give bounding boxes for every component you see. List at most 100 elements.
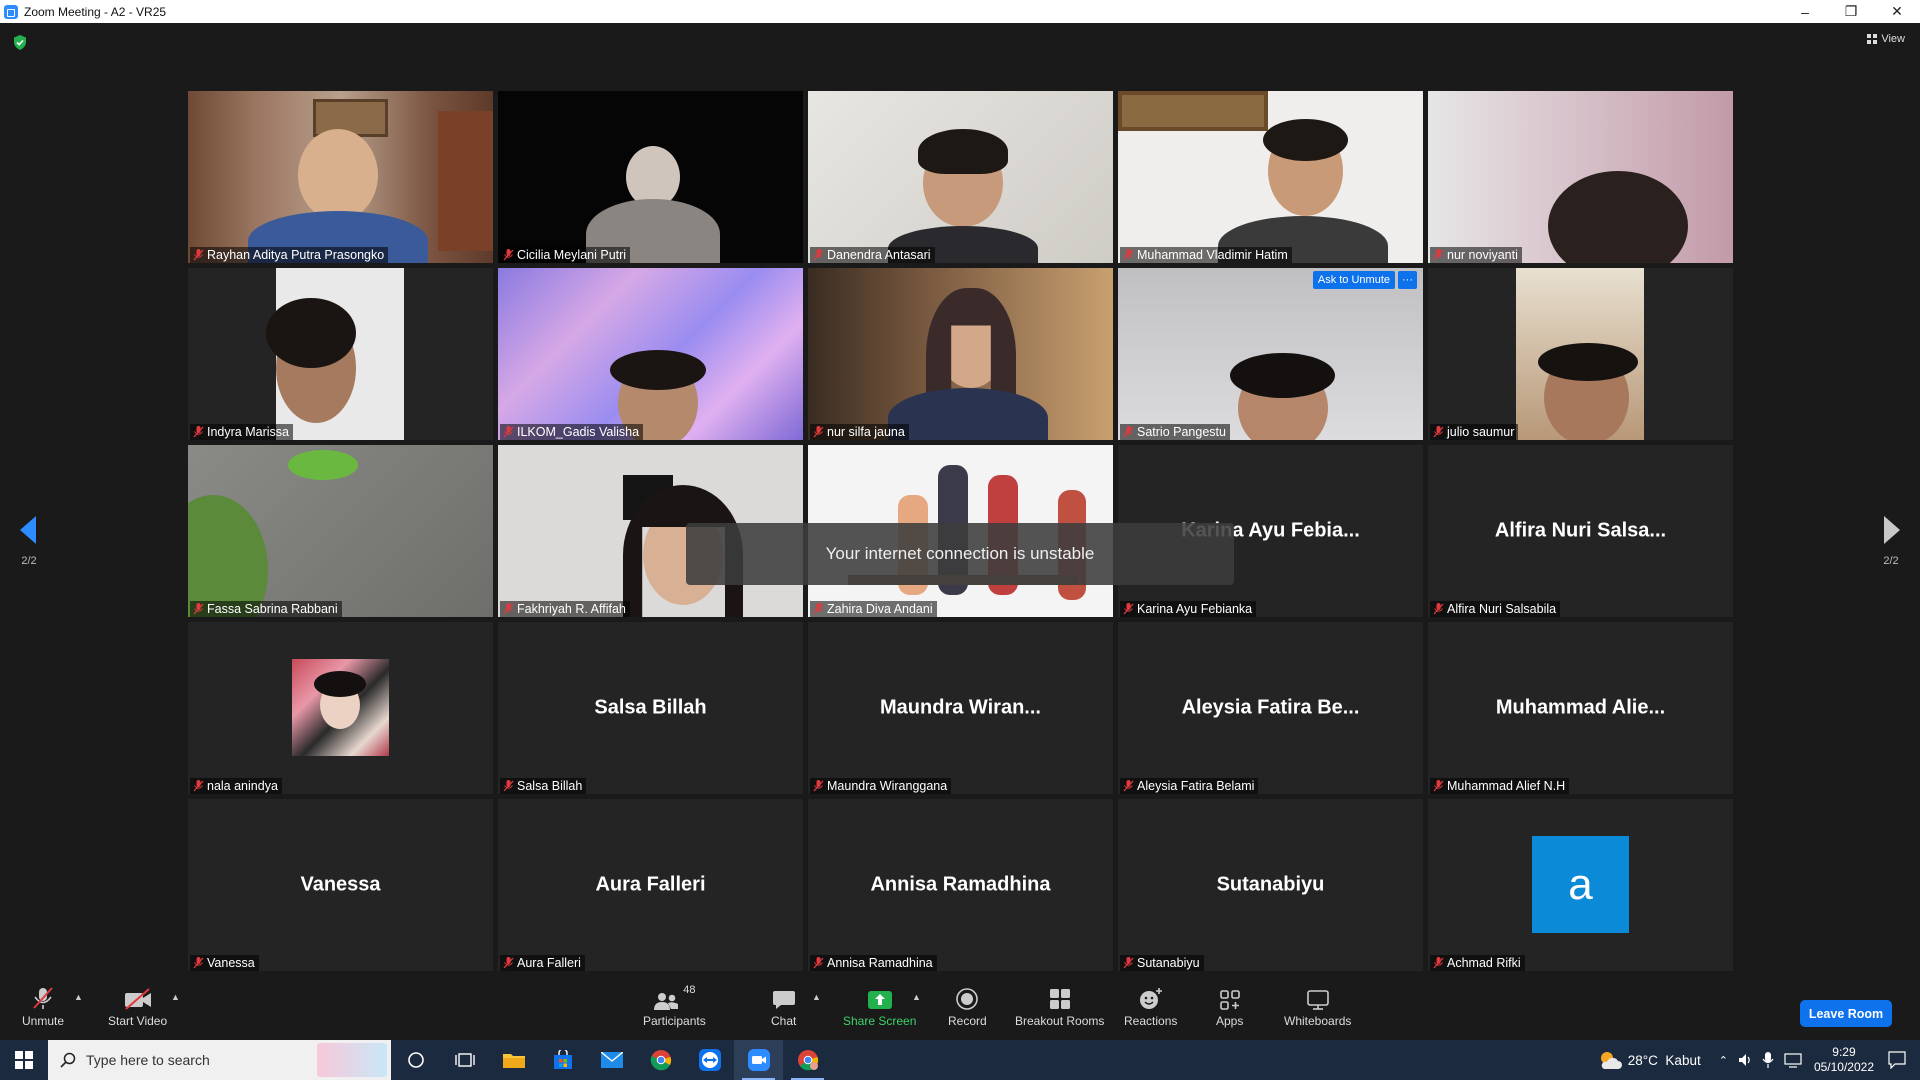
participant-tile[interactable]: Rayhan Aditya Putra Prasongko — [188, 91, 493, 263]
unmute-button[interactable]: Unmute — [22, 984, 64, 1028]
weather-text[interactable]: 28°C Kabut — [1628, 1053, 1701, 1068]
microsoft-store-button[interactable] — [538, 1040, 587, 1080]
participant-name-bar: ILKOM_Gadis Valisha — [500, 424, 644, 440]
participant-tile[interactable]: Cicilia Meylani Putri — [498, 91, 803, 263]
mail-envelope-icon — [600, 1052, 623, 1068]
participant-tile[interactable]: Maundra Wiran... Maundra Wiranggana — [808, 622, 1113, 794]
start-button[interactable] — [0, 1040, 48, 1080]
participant-tile[interactable]: julio saumur — [1428, 268, 1733, 440]
participant-name: Cicilia Meylani Putri — [517, 248, 627, 262]
store-bag-icon — [553, 1050, 572, 1069]
close-button[interactable]: ✕ — [1874, 0, 1920, 23]
participants-button[interactable]: 48 Participants — [643, 984, 706, 1028]
participant-video — [1428, 91, 1733, 263]
share-screen-button[interactable]: Share Screen — [843, 984, 916, 1028]
participant-display-name: Maundra Wiran... — [880, 696, 1041, 719]
participant-tile[interactable]: Muhammad Alie... Muhammad Alief N.H — [1428, 622, 1733, 794]
participants-label: Participants — [643, 1014, 706, 1028]
participant-tile[interactable]: Salsa Billah Salsa Billah — [498, 622, 803, 794]
muted-mic-icon — [1123, 249, 1134, 261]
participant-tile[interactable]: Fassa Sabrina Rabbani — [188, 445, 493, 617]
participant-name-bar: Aleysia Fatira Belami — [1120, 778, 1259, 794]
participant-tile[interactable]: Annisa Ramadhina Annisa Ramadhina — [808, 799, 1113, 971]
tray-overflow-chevron-icon[interactable]: ⌃ — [1719, 1054, 1728, 1067]
connection-warning-toast: Your internet connection is unstable — [686, 523, 1234, 585]
share-options-chevron-icon[interactable]: ▲ — [912, 992, 921, 1002]
zoom-taskbar-button[interactable] — [734, 1040, 783, 1080]
participant-name: ILKOM_Gadis Valisha — [517, 425, 640, 439]
chrome-button[interactable] — [636, 1040, 685, 1080]
previous-page-arrow-icon[interactable] — [20, 516, 36, 544]
mail-button[interactable] — [587, 1040, 636, 1080]
teamviewer-button[interactable] — [685, 1040, 734, 1080]
more-options-button[interactable]: ··· — [1398, 271, 1417, 289]
whiteboards-button[interactable]: Whiteboards — [1284, 984, 1351, 1028]
audio-options-chevron-icon[interactable]: ▲ — [74, 992, 83, 1002]
chat-button[interactable]: Chat — [771, 984, 796, 1028]
participant-tile[interactable]: Aura Falleri Aura Falleri — [498, 799, 803, 971]
task-view-button[interactable] — [440, 1040, 489, 1080]
clock[interactable]: 9:29 05/10/2022 — [1814, 1045, 1874, 1075]
whiteboard-icon — [1306, 990, 1329, 1010]
participant-tile[interactable]: Indyra Marissa — [188, 268, 493, 440]
record-button[interactable]: Record — [948, 984, 987, 1028]
participant-name-bar: Maundra Wiranggana — [810, 778, 952, 794]
speaker-icon[interactable] — [1738, 1052, 1754, 1068]
chat-options-chevron-icon[interactable]: ▲ — [812, 992, 821, 1002]
network-icon[interactable] — [1784, 1052, 1802, 1068]
participant-name: Muhammad Alief N.H — [1447, 779, 1566, 793]
file-explorer-button[interactable] — [489, 1040, 538, 1080]
cortana-button[interactable] — [391, 1040, 440, 1080]
muted-mic-icon — [1123, 957, 1134, 969]
participant-tile[interactable]: Vanessa Vanessa — [188, 799, 493, 971]
chrome-profile-button[interactable] — [783, 1040, 832, 1080]
share-screen-label: Share Screen — [843, 1014, 917, 1028]
next-page-arrow-icon[interactable] — [1884, 516, 1900, 544]
participant-tile[interactable]: Alfira Nuri Salsa... Alfira Nuri Salsabi… — [1428, 445, 1733, 617]
participant-tile[interactable]: Sutanabiyu Sutanabiyu — [1118, 799, 1423, 971]
page-indicator-left: 2/2 — [21, 555, 37, 567]
microphone-tray-icon[interactable] — [1762, 1052, 1774, 1068]
search-icon — [60, 1052, 76, 1068]
breakout-rooms-button[interactable]: Breakout Rooms — [1015, 984, 1104, 1028]
restore-button[interactable]: ❐ — [1828, 0, 1874, 23]
participant-tile[interactable]: nala anindya — [188, 622, 493, 794]
participant-name-bar: Cicilia Meylani Putri — [500, 247, 631, 263]
view-button[interactable]: View — [1867, 33, 1905, 45]
participant-name: julio saumur — [1447, 425, 1515, 439]
muted-mic-icon — [503, 603, 514, 615]
participant-tile[interactable]: a Achmad Rifki — [1428, 799, 1733, 971]
ask-to-unmute-button[interactable]: Ask to Unmute — [1312, 271, 1395, 289]
muted-mic-icon — [193, 249, 204, 261]
participant-video — [808, 268, 1113, 440]
security-shield-icon[interactable] — [13, 35, 27, 50]
leave-room-button[interactable]: Leave Room — [1800, 1000, 1892, 1027]
participant-name-bar: julio saumur — [1430, 424, 1519, 440]
participant-tile[interactable]: nur noviyanti — [1428, 91, 1733, 263]
windows-taskbar: Type here to search 28°C Kabut ⌃ 9:29 05… — [0, 1040, 1920, 1080]
minimize-button[interactable]: – — [1782, 0, 1828, 23]
start-video-button[interactable]: Start Video — [108, 984, 167, 1028]
notification-center-icon[interactable] — [1888, 1051, 1906, 1069]
participant-tile[interactable]: Muhammad Vladimir Hatim — [1118, 91, 1423, 263]
reactions-button[interactable]: Reactions — [1124, 984, 1177, 1028]
participant-tile[interactable]: ILKOM_Gadis Valisha — [498, 268, 803, 440]
participant-name-bar: Fakhriyah R. Affifah — [500, 601, 630, 617]
taskbar-search-box[interactable]: Type here to search — [48, 1040, 391, 1080]
muted-mic-icon — [813, 249, 824, 261]
participant-display-name: Aura Falleri — [595, 873, 706, 896]
participant-tile[interactable]: Aleysia Fatira Be... Aleysia Fatira Bela… — [1118, 622, 1423, 794]
grid-view-icon — [1867, 34, 1878, 44]
participant-name: Fakhriyah R. Affifah — [517, 602, 626, 616]
participant-display-name: Annisa Ramadhina — [870, 873, 1051, 896]
participant-tile[interactable]: Danendra Antasari — [808, 91, 1113, 263]
participant-display-name: Vanessa — [300, 873, 381, 896]
participant-tile[interactable]: nur silfa jauna — [808, 268, 1113, 440]
breakout-rooms-label: Breakout Rooms — [1015, 1014, 1105, 1028]
chat-icon — [772, 991, 795, 1009]
participant-video — [498, 268, 803, 440]
participant-tile[interactable]: Ask to Unmute ··· Satrio Pangestu — [1118, 268, 1423, 440]
video-options-chevron-icon[interactable]: ▲ — [171, 992, 180, 1002]
apps-button[interactable]: Apps — [1216, 984, 1243, 1028]
participant-name-bar: nala anindya — [190, 778, 282, 794]
